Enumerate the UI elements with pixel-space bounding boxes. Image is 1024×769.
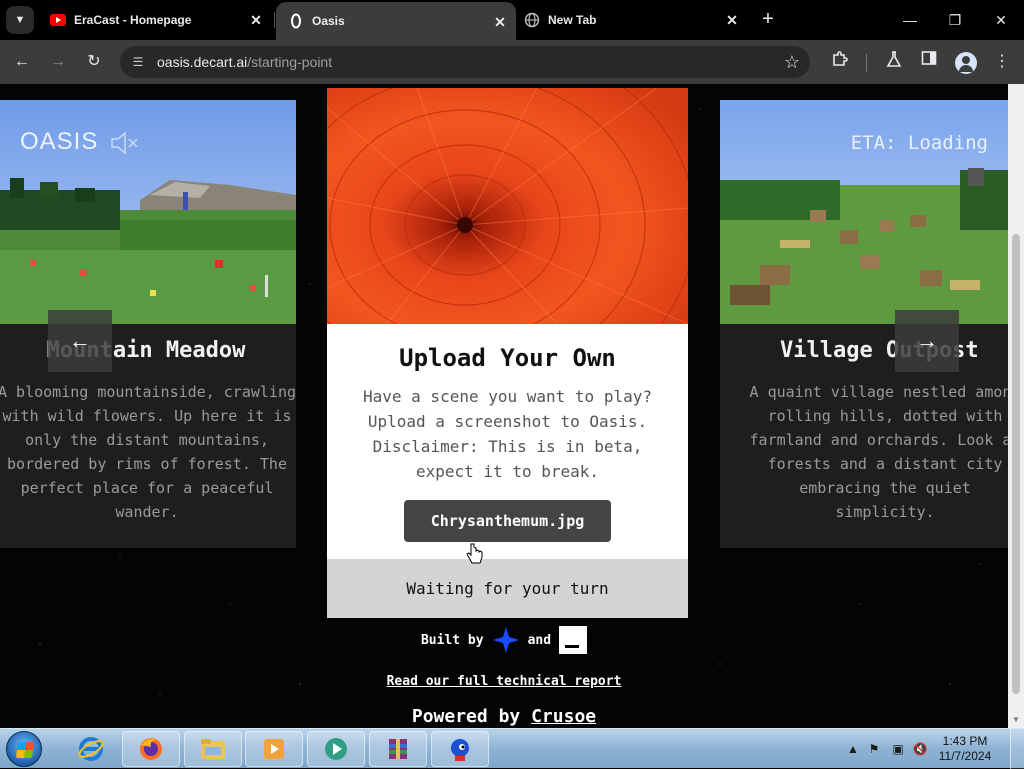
tab-divider — [274, 12, 275, 28]
tab-new-tab[interactable]: New Tab ✕ — [516, 0, 748, 40]
url-path: /starting-point — [247, 54, 333, 70]
action-center-icon[interactable]: ⚑ — [866, 741, 882, 757]
windows-taskbar: ▲ ⚑ ▣ 🔇 1:43 PM 11/7/2024 — [0, 728, 1024, 769]
browser-toolbar: ← → ↻ ☰ oasis.decart.ai/starting-point ☆… — [0, 40, 1024, 84]
internet-explorer-icon — [78, 737, 104, 761]
close-icon[interactable]: ✕ — [248, 12, 264, 28]
firefox-icon — [140, 738, 162, 760]
taskbar-explorer[interactable] — [184, 731, 242, 767]
windows-flag-icon — [15, 742, 35, 758]
tab-search-button[interactable]: ▼ — [6, 6, 34, 34]
taskbar-winrar[interactable] — [369, 731, 427, 767]
play-app-icon — [325, 738, 347, 760]
card-description: A quaint village nestled among rolling h… — [749, 383, 1008, 521]
address-bar[interactable]: ☰ oasis.decart.ai/starting-point ☆ — [120, 46, 810, 78]
arrow-left-icon: ← — [69, 328, 91, 353]
reload-button[interactable]: ↻ — [82, 50, 106, 74]
taskbar-chrome-app[interactable] — [307, 731, 365, 767]
queue-status: Waiting for your turn — [327, 559, 688, 618]
window-close-button[interactable]: ✕ — [987, 8, 1015, 32]
scene-card-village-outpost[interactable]: ETA: Loading Village Outpost A quaint vi… — [720, 100, 1008, 548]
winrar-icon — [389, 739, 407, 759]
next-scene-button[interactable]: → — [895, 310, 959, 372]
taskbar-internet-explorer[interactable] — [62, 731, 120, 767]
tab-title: EraCast - Homepage — [74, 13, 192, 27]
arrow-right-icon: → — [916, 328, 938, 353]
youtube-icon — [50, 12, 66, 28]
scene-card-mountain-meadow[interactable]: OASIS Mountain Meadow A blooming mountai… — [0, 100, 296, 548]
url-text[interactable]: oasis.decart.ai/starting-point — [157, 54, 332, 70]
etched-logo-icon[interactable] — [559, 626, 588, 654]
restore-button[interactable]: ❐ — [941, 8, 969, 32]
scroll-down-arrow-icon[interactable]: ▼ — [1012, 715, 1020, 724]
toolbar-divider — [866, 54, 867, 72]
profile-avatar[interactable] — [955, 52, 977, 74]
media-player-icon — [264, 739, 284, 759]
upload-title: Upload Your Own — [399, 344, 616, 372]
clock-time: 1:43 PM — [942, 734, 988, 748]
system-clock[interactable]: 1:43 PM 11/7/2024 — [930, 734, 1000, 764]
clock-date: 11/7/2024 — [938, 749, 992, 763]
uploaded-file-button[interactable]: Chrysanthemum.jpg — [404, 500, 611, 542]
scrollbar-thumb[interactable] — [1012, 234, 1020, 694]
card-title: Village Outpost — [780, 338, 979, 363]
url-host: oasis.decart.ai — [157, 54, 248, 70]
technical-report-link-row: Read our full technical report — [0, 674, 1008, 689]
forward-button[interactable]: → — [46, 50, 70, 74]
card-description: A blooming mountainside, crawling with w… — [0, 383, 296, 521]
tab-bar: ▼ EraCast - Homepage ✕ Oasis ✕ New Tab ✕… — [0, 0, 1024, 40]
tab-oasis[interactable]: Oasis ✕ — [276, 2, 516, 40]
taskbar-media-player[interactable] — [245, 731, 303, 767]
globe-icon — [524, 12, 540, 28]
technical-report-link[interactable]: Read our full technical report — [387, 674, 622, 689]
folder-icon — [201, 739, 225, 759]
powered-by-label: Powered by — [411, 706, 521, 727]
taskbar-sonic-game[interactable] — [431, 731, 489, 767]
site-info-icon[interactable]: ☰ — [130, 54, 146, 70]
new-tab-button[interactable]: + — [757, 8, 779, 30]
start-button[interactable] — [6, 731, 42, 767]
more-menu-icon[interactable]: ⋮ — [990, 50, 1014, 74]
oasis-icon — [288, 13, 304, 29]
bookmark-star-icon[interactable]: ☆ — [784, 52, 800, 72]
powered-by: Powered by Crusoe — [0, 706, 1008, 727]
minimize-button[interactable]: — — [896, 8, 924, 32]
upload-card: Upload Your Own Have a scene you want to… — [327, 88, 688, 618]
tab-title: Oasis — [312, 14, 345, 28]
sonic-game-icon — [451, 739, 469, 761]
side-panel-icon[interactable] — [917, 50, 941, 74]
close-icon[interactable]: ✕ — [492, 14, 508, 30]
volume-muted-icon[interactable]: 🔇 — [912, 741, 928, 757]
decart-logo-icon[interactable] — [492, 626, 520, 654]
card-title: Mountain Meadow — [46, 338, 246, 363]
network-icon[interactable]: ▣ — [890, 741, 906, 757]
show-hidden-icons-icon[interactable]: ▲ — [845, 741, 861, 757]
extensions-icon[interactable] — [828, 50, 852, 74]
oasis-logo: OASIS — [20, 128, 99, 155]
built-by-row: Built by and — [0, 626, 1008, 654]
and-label: and — [527, 632, 552, 648]
hand-cursor-icon — [466, 543, 483, 564]
chrysanthemum-image — [327, 88, 688, 324]
page-scrollbar[interactable]: ▼ — [1008, 84, 1024, 728]
close-icon[interactable]: ✕ — [724, 12, 740, 28]
prev-scene-button[interactable]: ← — [48, 310, 112, 372]
tab-eracast[interactable]: EraCast - Homepage ✕ — [40, 0, 272, 40]
page-viewport: OASIS Mountain Meadow A blooming mountai… — [0, 84, 1024, 728]
mute-speaker-icon[interactable] — [110, 130, 140, 156]
tab-title: New Tab — [548, 13, 597, 27]
labs-flask-icon[interactable] — [882, 50, 906, 74]
back-button[interactable]: ← — [10, 50, 34, 74]
upload-description: Have a scene you want to play? Upload a … — [363, 387, 652, 481]
eta-status: ETA: Loading — [850, 132, 988, 154]
taskbar-firefox[interactable] — [122, 731, 180, 767]
chevron-down-icon: ▼ — [14, 14, 26, 26]
built-by-label: Built by — [420, 632, 484, 648]
crusoe-link[interactable]: Crusoe — [531, 706, 596, 727]
show-desktop-button[interactable] — [1010, 729, 1024, 769]
